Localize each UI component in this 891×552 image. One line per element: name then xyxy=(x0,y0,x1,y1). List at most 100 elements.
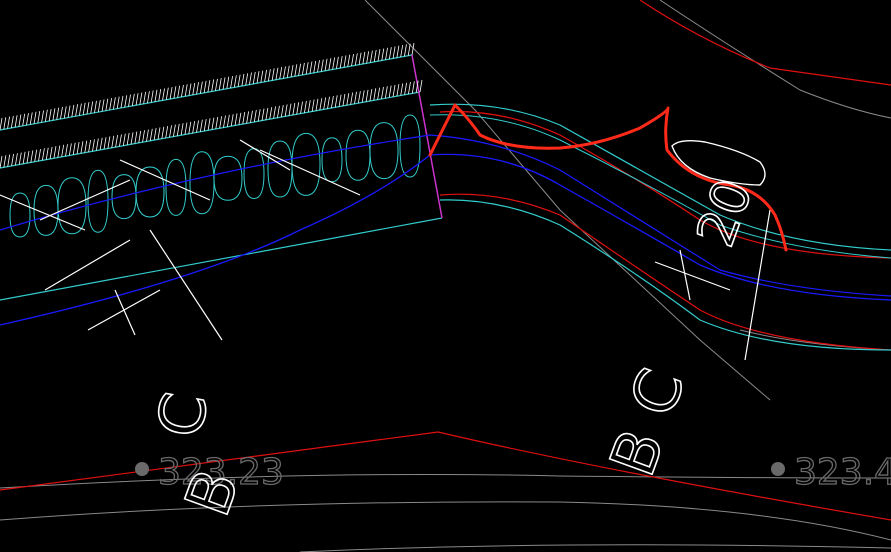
hatch-tick xyxy=(249,72,252,85)
hatch-tick xyxy=(377,87,381,100)
hatch-tick xyxy=(116,96,120,109)
hatch-tick xyxy=(184,84,188,97)
hatch-tick xyxy=(162,88,165,101)
hatch-tick xyxy=(22,151,26,164)
hatch-tick xyxy=(60,106,63,120)
hatch-tick xyxy=(97,100,101,113)
hatch-tick xyxy=(10,115,14,129)
hatch-tick xyxy=(388,47,392,60)
boulder-outline xyxy=(9,192,31,238)
hatch-tick xyxy=(7,116,10,129)
hatch-tick xyxy=(119,134,122,147)
hatch-tick xyxy=(400,44,404,58)
hatch-tick xyxy=(396,45,400,58)
hatch-tick xyxy=(76,141,80,155)
hatch-tick xyxy=(404,44,407,57)
hatch-tick xyxy=(199,81,203,94)
hatch-tick xyxy=(131,93,135,106)
hatch-tick xyxy=(86,102,90,115)
hatch-tick xyxy=(330,95,334,109)
hatch-tick xyxy=(226,76,230,89)
hatch-tick xyxy=(313,60,317,73)
hatch-tick xyxy=(260,70,264,83)
hatch-tick xyxy=(80,141,84,154)
hatch-tick xyxy=(184,122,188,135)
hatch-tick xyxy=(126,132,130,146)
hatch-tick xyxy=(400,83,404,96)
hatch-tick xyxy=(26,151,30,164)
cad-drawing-canvas: 323.23 323.4 C B C B 20 xyxy=(0,0,891,552)
hatch-tick xyxy=(18,114,22,127)
hatch-tick xyxy=(245,73,249,86)
hatch-tick xyxy=(396,84,400,97)
hatch-tick xyxy=(78,103,82,116)
red-line-top-right xyxy=(639,0,891,86)
elevation-point-left xyxy=(135,462,149,476)
hatch-tick xyxy=(176,123,180,136)
hatch-tick xyxy=(327,96,330,109)
hatch-tick xyxy=(215,116,219,130)
hatch-tick xyxy=(328,58,332,71)
hatch-tick xyxy=(273,106,276,119)
hatch-tick xyxy=(103,137,107,150)
hatch-tick xyxy=(218,78,222,91)
hatch-tick xyxy=(90,101,94,114)
hatch-tick xyxy=(275,67,279,80)
hatch-tick xyxy=(18,152,22,165)
hatch-tick xyxy=(161,126,165,139)
hatch-tick xyxy=(404,82,407,95)
hatch-tick xyxy=(241,73,245,87)
label-right-top: C xyxy=(615,359,698,425)
hatch-tick xyxy=(358,52,362,65)
hatch-tick xyxy=(277,105,280,118)
blue-center-line-2 xyxy=(0,134,891,297)
hatch-tick xyxy=(300,101,303,114)
hatch-tick xyxy=(130,132,134,145)
boulder-outline xyxy=(189,151,215,215)
hatch-tick xyxy=(34,149,38,162)
hatch-tick xyxy=(332,57,336,70)
hatch-row-2 xyxy=(0,79,423,169)
hatch-tick xyxy=(158,89,162,102)
hatch-tick xyxy=(138,130,142,143)
hatch-tick xyxy=(3,155,7,168)
structure-bottom-edge xyxy=(0,217,443,301)
hatch-tick xyxy=(237,74,241,87)
hatch-tick xyxy=(192,121,196,134)
hatch-tick xyxy=(44,109,48,122)
boulder-pattern xyxy=(9,114,421,238)
hatch-tick xyxy=(57,145,61,158)
hatch-tick xyxy=(365,89,369,102)
boulder-outline xyxy=(369,122,399,180)
hatch-tick xyxy=(75,104,78,117)
hatch-tick xyxy=(234,113,238,126)
hatch-tick xyxy=(222,77,226,90)
boulder-outline xyxy=(111,174,137,220)
hatch-tick xyxy=(134,131,138,144)
hatch-tick xyxy=(150,90,154,103)
hatch-tick xyxy=(26,113,29,126)
label-right-bottom: B xyxy=(595,420,678,485)
hatch-tick xyxy=(320,59,324,72)
hatch-tick xyxy=(33,111,37,124)
hatch-tick xyxy=(323,97,327,110)
hatch-tick xyxy=(101,99,105,112)
hatch-tick xyxy=(41,148,45,161)
hatch-tick xyxy=(11,153,14,166)
hatch-tick xyxy=(381,86,384,100)
hatch-tick xyxy=(188,121,192,134)
structure-top-edge xyxy=(0,54,413,131)
hatch-tick xyxy=(230,75,233,89)
hatch-tick xyxy=(173,86,177,99)
elevation-label-right: 323.4 xyxy=(794,452,891,493)
hatch-tick xyxy=(15,153,18,166)
hatch-tick xyxy=(3,117,7,130)
hatch-tick xyxy=(350,92,354,105)
hatch-tick xyxy=(142,130,145,143)
hatch-tick xyxy=(82,102,86,115)
hatch-tick xyxy=(388,85,392,98)
hatch-tick xyxy=(238,112,242,125)
hatch-tick xyxy=(267,69,271,82)
hatch-tick xyxy=(370,50,373,63)
hatch-tick xyxy=(45,147,49,160)
